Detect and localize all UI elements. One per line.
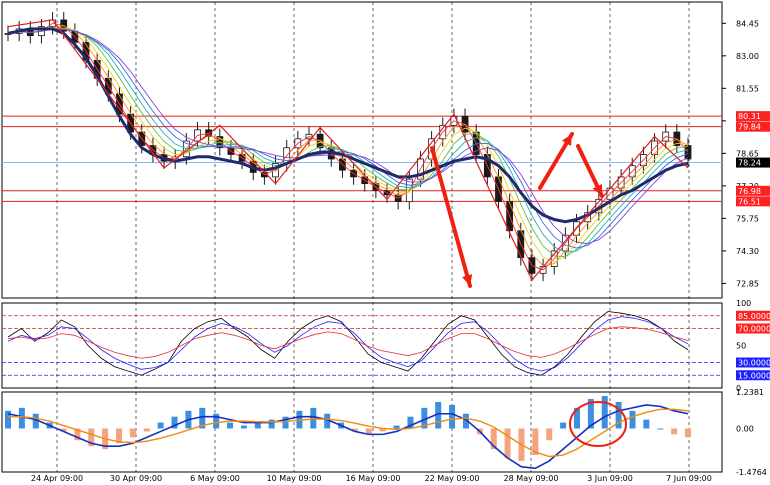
- macd-y-tick-label: -1.4764: [736, 468, 767, 477]
- stochastic-level-label: 15.0000: [738, 371, 770, 380]
- level-label: 76.51: [738, 197, 761, 206]
- macd-histogram-bar: [546, 428, 553, 441]
- x-tick-label: 3 Jun 09:00: [587, 474, 633, 483]
- macd-histogram-bar: [685, 428, 691, 438]
- macd-histogram-bar: [601, 396, 608, 429]
- x-tick-label: 24 Apr 09:00: [31, 474, 83, 483]
- level-label: 76.98: [738, 187, 761, 196]
- price-y-tick-label: 72.85: [736, 279, 759, 288]
- x-tick-label: 7 Jun 09:00: [666, 474, 712, 483]
- level-label: 79.84: [738, 123, 761, 132]
- x-tick-label: 6 May 09:00: [190, 474, 240, 483]
- stochastic-level-label: 70.0000: [738, 325, 770, 334]
- level-label: 80.31: [738, 112, 761, 121]
- x-tick-label: 22 May 09:00: [425, 474, 480, 483]
- price-y-tick-label: 74.30: [736, 247, 759, 256]
- stochastic-level-label: 85.0000: [738, 312, 770, 321]
- macd-histogram-bar: [643, 419, 650, 429]
- macd-histogram-bar: [254, 422, 261, 429]
- macd-histogram-bar: [504, 428, 511, 458]
- macd-y-tick-label: 0.00: [736, 424, 754, 433]
- macd-histogram-bar: [18, 407, 25, 429]
- macd-histogram-bar: [240, 425, 247, 429]
- macd-y-tick-label: 1.2381: [736, 388, 764, 397]
- price-y-tick-label: 83.00: [736, 52, 759, 61]
- macd-histogram-bar: [129, 428, 136, 438]
- macd-histogram-bar: [227, 422, 234, 429]
- macd-histogram-bar: [449, 404, 456, 429]
- price-y-tick-label: 84.45: [736, 19, 759, 28]
- x-tick-label: 10 May 09:00: [267, 474, 322, 483]
- trading-chart: 24 Apr 09:00 30 Apr 09:00 6 May 09:00 10 Ma…: [0, 0, 770, 485]
- price-y-tick-label: 81.55: [736, 84, 759, 93]
- x-tick-label: 30 Apr 09:00: [110, 474, 162, 483]
- x-tick-label: 16 May 09:00: [346, 474, 401, 483]
- macd-histogram-bar: [629, 410, 636, 429]
- macd-histogram-bar: [657, 428, 664, 430]
- stochastic-level-label: 30.0000: [738, 359, 770, 368]
- macd-histogram-bar: [393, 425, 400, 429]
- price-y-tick-label: 78.65: [736, 149, 759, 158]
- current-price-label: 78.24: [738, 159, 761, 168]
- price-y-tick-label: 75.75: [736, 214, 759, 223]
- macd-histogram-bar: [560, 422, 567, 429]
- macd-histogram-bar: [268, 419, 275, 429]
- macd-histogram-bar: [671, 428, 678, 435]
- stochastic-y-tick-label: 50: [736, 342, 746, 351]
- macd-histogram-bar: [143, 428, 150, 432]
- stochastic-y-tick-label: 100: [736, 299, 751, 308]
- chart-background: [0, 0, 770, 485]
- macd-histogram-bar: [310, 407, 317, 429]
- x-tick-label: 28 May 09:00: [504, 474, 559, 483]
- macd-histogram-bar: [157, 422, 164, 429]
